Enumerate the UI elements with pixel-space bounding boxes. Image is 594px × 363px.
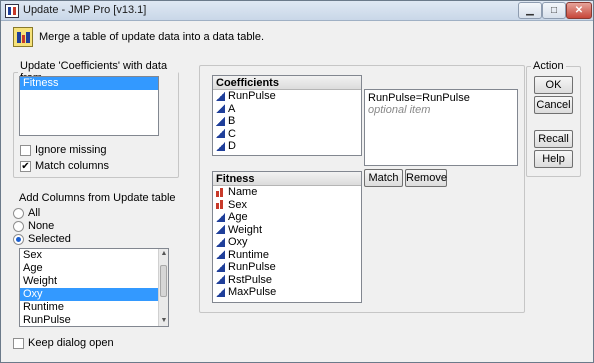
nominal-icon — [216, 187, 225, 197]
continuous-icon — [216, 116, 225, 126]
column-item[interactable]: MaxPulse — [213, 286, 361, 299]
source-table-list[interactable]: Fitness — [19, 76, 159, 136]
ok-button[interactable]: OK — [534, 76, 573, 94]
continuous-icon — [216, 104, 225, 114]
ignore-missing-box[interactable] — [20, 144, 31, 156]
close-button[interactable]: ✕ — [566, 2, 592, 19]
list-scrollbar[interactable]: ▲ ▼ — [158, 249, 168, 326]
matched-pairs-list[interactable]: RunPulse=RunPulse optional item — [364, 89, 518, 166]
list-item[interactable]: RunPulse — [20, 314, 168, 327]
coefficients-header: Coefficients — [213, 76, 361, 90]
list-item[interactable]: Age — [20, 262, 168, 275]
optional-item-hint: optional item — [368, 104, 431, 116]
radio-selected-label: Selected — [28, 233, 71, 245]
column-item[interactable]: Runtime — [213, 249, 361, 262]
column-item[interactable]: Oxy — [213, 236, 361, 249]
column-item[interactable]: A — [213, 103, 361, 116]
minimize-button[interactable]: ▁ — [518, 2, 542, 19]
continuous-icon — [216, 91, 225, 101]
scroll-thumb[interactable] — [160, 265, 167, 297]
radio-none-label: None — [28, 220, 55, 232]
continuous-icon — [216, 212, 225, 222]
list-item[interactable]: Sex — [20, 249, 168, 262]
column-item[interactable]: Age — [213, 211, 361, 224]
nominal-icon — [216, 200, 225, 210]
column-item[interactable]: RunPulse — [213, 90, 361, 103]
column-item[interactable]: C — [213, 128, 361, 141]
dialog-description: Merge a table of update data into a data… — [39, 31, 265, 43]
add-columns-label: Add Columns from Update table — [19, 192, 176, 204]
help-button[interactable]: Help — [534, 150, 573, 168]
column-item[interactable]: RunPulse — [213, 261, 361, 274]
fitness-column-list[interactable]: Fitness Name Sex Age Weight Oxy Runtime … — [212, 171, 362, 303]
column-item[interactable]: Name — [213, 186, 361, 199]
coefficients-column-list[interactable]: Coefficients RunPulse A B C D — [212, 75, 362, 156]
radio-all-label: All — [28, 207, 41, 219]
column-item[interactable]: D — [213, 140, 361, 153]
continuous-icon — [216, 262, 225, 272]
column-item[interactable]: B — [213, 115, 361, 128]
jmp-app-icon — [5, 4, 19, 18]
radio-all[interactable]: All — [13, 207, 40, 219]
continuous-icon — [216, 225, 225, 235]
match-button[interactable]: Match — [364, 169, 403, 187]
fitness-header: Fitness — [213, 172, 361, 186]
keep-open-label: Keep dialog open — [28, 337, 114, 349]
ignore-missing-checkbox[interactable]: Ignore missing — [20, 144, 107, 156]
update-dialog: Update - JMP Pro [v13.1] ▁ □ ✕ Merge a t… — [0, 0, 594, 363]
cancel-button[interactable]: Cancel — [534, 96, 573, 114]
matched-pair-item[interactable]: RunPulse=RunPulse — [368, 92, 514, 104]
column-item[interactable]: Sex — [213, 199, 361, 212]
list-item[interactable]: Runtime — [20, 301, 168, 314]
continuous-icon — [216, 275, 225, 285]
recall-button[interactable]: Recall — [534, 130, 573, 148]
continuous-icon — [216, 129, 225, 139]
match-columns-label: Match columns — [35, 160, 109, 172]
continuous-icon — [216, 237, 225, 247]
scroll-up-icon[interactable]: ▲ — [159, 249, 169, 259]
action-legend: Action — [533, 60, 564, 72]
maximize-button[interactable]: □ — [542, 2, 566, 19]
list-item[interactable]: Oxy — [20, 288, 158, 301]
match-columns-box[interactable]: ✔ — [20, 160, 31, 172]
list-item[interactable]: Weight — [20, 275, 168, 288]
update-table-icon — [13, 27, 33, 47]
keep-open-checkbox[interactable]: Keep dialog open — [13, 337, 114, 349]
continuous-icon — [216, 287, 225, 297]
source-table-item[interactable]: Fitness — [20, 77, 158, 90]
radio-none-dot[interactable] — [13, 220, 24, 232]
remove-button[interactable]: Remove — [405, 169, 447, 187]
continuous-icon — [216, 141, 225, 151]
continuous-icon — [216, 250, 225, 260]
column-item[interactable]: Weight — [213, 224, 361, 237]
window-title: Update - JMP Pro [v13.1] — [23, 4, 147, 16]
column-item[interactable]: RstPulse — [213, 274, 361, 287]
ignore-missing-label: Ignore missing — [35, 144, 107, 156]
title-bar[interactable]: Update - JMP Pro [v13.1] ▁ □ ✕ — [1, 1, 593, 21]
add-columns-list[interactable]: Sex Age Weight Oxy Runtime RunPulse ▲ ▼ — [19, 248, 169, 327]
radio-none[interactable]: None — [13, 220, 54, 232]
radio-selected-dot[interactable] — [13, 233, 24, 245]
radio-all-dot[interactable] — [13, 207, 24, 219]
scroll-down-icon[interactable]: ▼ — [159, 316, 169, 326]
keep-open-box[interactable] — [13, 337, 24, 349]
radio-selected[interactable]: Selected — [13, 233, 71, 245]
match-columns-checkbox[interactable]: ✔ Match columns — [20, 160, 109, 172]
